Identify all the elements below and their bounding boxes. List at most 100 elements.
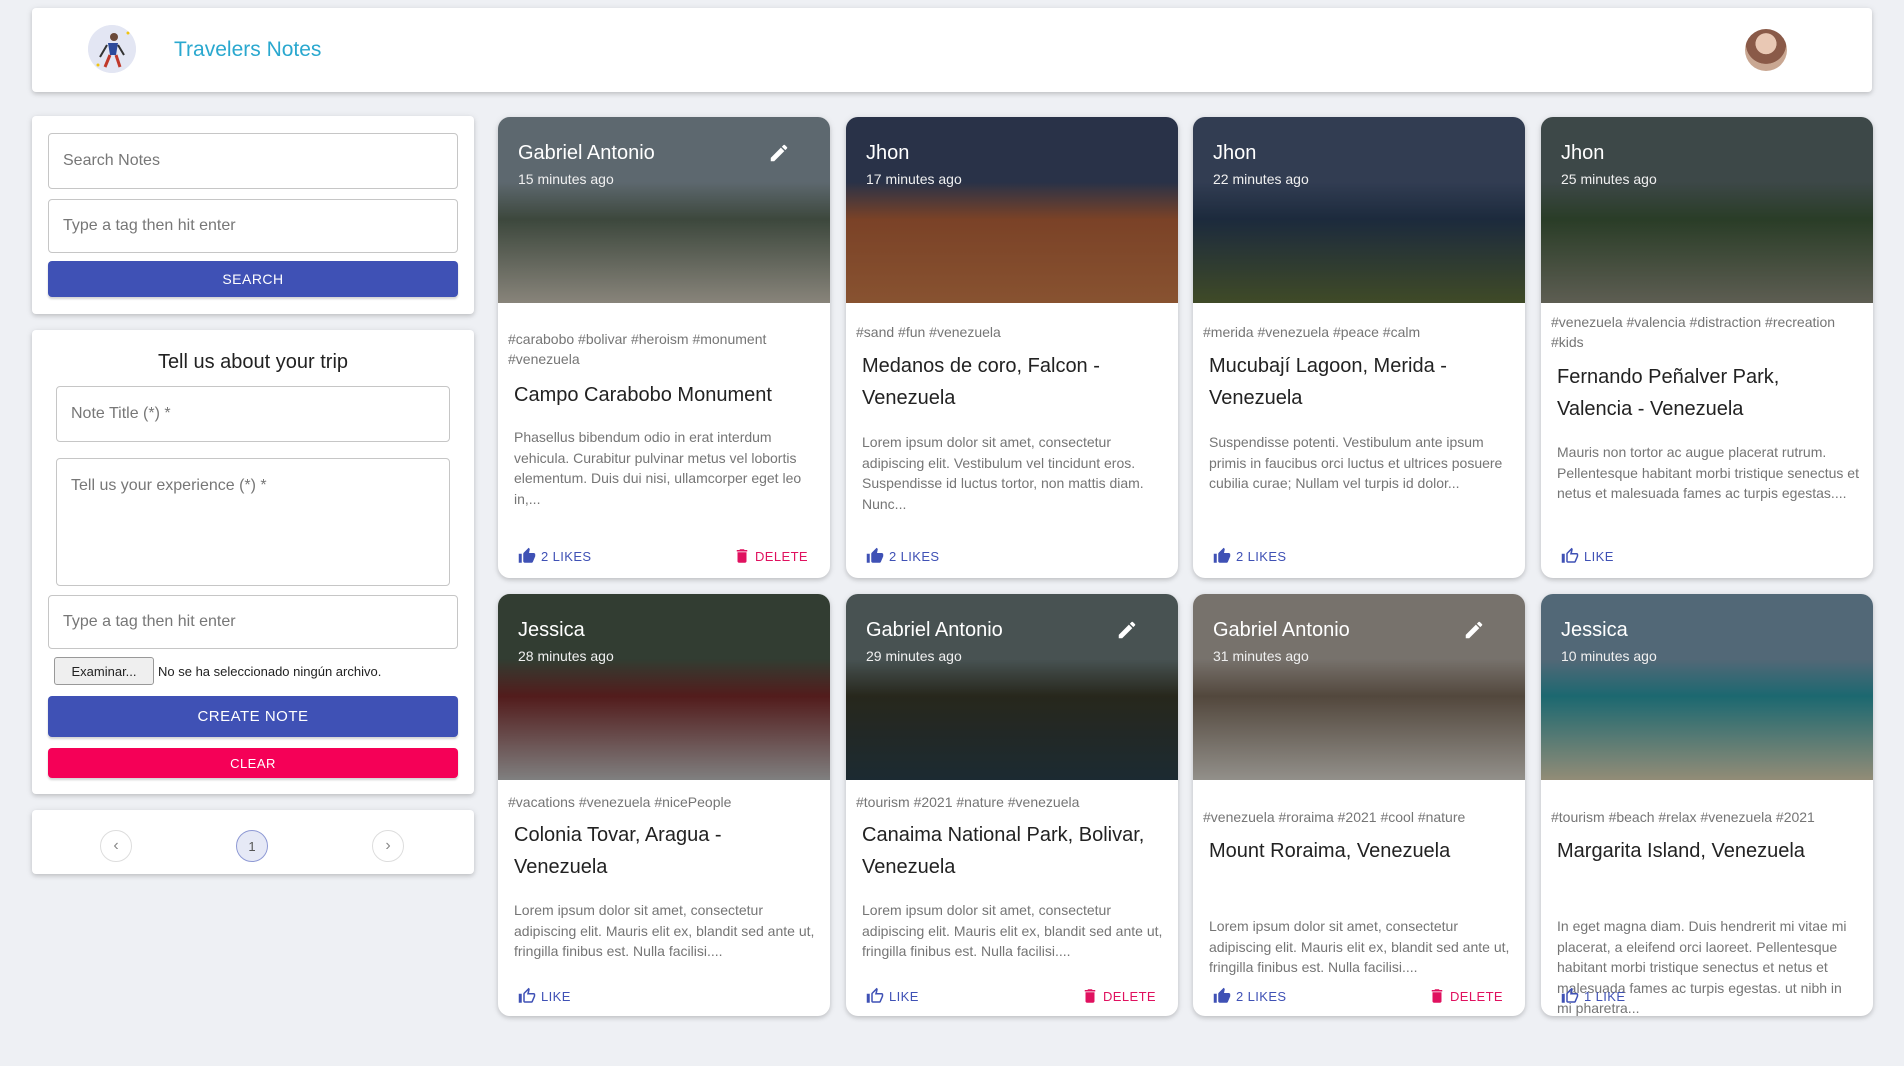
experience-placeholder: Tell us your experience (*) * (71, 477, 267, 494)
next-page-button[interactable]: › (372, 830, 404, 862)
note-author: Gabriel Antonio (1213, 619, 1350, 641)
like-button[interactable]: 2 Likes (1213, 545, 1287, 567)
note-title: Medanos de coro, Falcon - Venezuela (862, 355, 1100, 409)
thumb-up-filled-icon (866, 547, 884, 565)
delete-button[interactable]: Delete (1081, 985, 1156, 1007)
like-button[interactable]: Like (518, 985, 571, 1007)
search-button[interactable]: Search (48, 261, 458, 297)
create-note-button[interactable]: Create Note (48, 696, 458, 737)
like-count: 2 Likes (1236, 548, 1287, 564)
note-card[interactable]: Jhon 22 minutes ago #merida #venezuela #… (1193, 117, 1525, 578)
note-card[interactable]: Jessica 10 minutes ago #tourism #beach #… (1541, 594, 1873, 1016)
create-note-panel: Tell us about your trip Note Title (*) *… (32, 330, 474, 794)
note-title: Canaima National Park, Bolivar, Venezuel… (862, 824, 1145, 878)
trash-icon (733, 547, 751, 565)
traveler-logo-icon[interactable] (88, 25, 136, 73)
note-tags: #sand #fun #venezuela (856, 324, 1001, 340)
note-title: Campo Carabobo Monument (514, 384, 772, 406)
like-count: Like (889, 988, 919, 1004)
note-time: 31 minutes ago (1213, 648, 1309, 664)
thumb-up-outline-icon (1561, 987, 1579, 1005)
edit-pencil-icon[interactable] (768, 142, 790, 164)
delete-label: Delete (1450, 988, 1503, 1004)
like-button[interactable]: 2 Likes (1213, 985, 1287, 1007)
note-title: Fernando Peñalver Park, Valencia - Venez… (1557, 366, 1780, 420)
note-tag-input[interactable]: Type a tag then hit enter (48, 595, 458, 649)
note-description: Suspendisse potenti. Vestibulum ante ips… (1209, 434, 1503, 491)
thumb-up-outline-icon (1561, 547, 1579, 565)
note-description: Phasellus bibendum odio in erat interdum… (514, 429, 802, 507)
note-time: 25 minutes ago (1561, 171, 1657, 187)
edit-pencil-icon[interactable] (1116, 619, 1138, 641)
note-tags: #venezuela #valencia #distraction #recre… (1551, 314, 1836, 350)
note-time: 28 minutes ago (518, 648, 614, 664)
note-author: Gabriel Antonio (518, 142, 655, 164)
search-tag-input[interactable]: Type a tag then hit enter (48, 199, 458, 253)
note-card[interactable]: Jhon 17 minutes ago #sand #fun #venezuel… (846, 117, 1178, 578)
edit-pencil-icon[interactable] (1463, 619, 1485, 641)
note-card[interactable]: Gabriel Antonio 15 minutes ago #carabobo… (498, 117, 830, 578)
file-status-text: No se ha seleccionado ningún archivo. (158, 664, 382, 679)
app-bar: Travelers Notes (32, 8, 1872, 92)
note-description: Lorem ipsum dolor sit amet, consectetur … (514, 902, 815, 959)
search-notes-placeholder: Search Notes (63, 152, 160, 169)
like-button[interactable]: Like (1561, 545, 1614, 567)
like-button[interactable]: 1 Like (1561, 985, 1625, 1007)
trash-icon (1081, 987, 1099, 1005)
note-author: Jhon (866, 142, 910, 164)
previous-page-button[interactable]: ‹ (100, 830, 132, 862)
trash-icon (1428, 987, 1446, 1005)
thumb-up-filled-icon (1213, 547, 1231, 565)
note-card[interactable]: Gabriel Antonio 31 minutes ago #venezuel… (1193, 594, 1525, 1016)
brand-title[interactable]: Travelers Notes (174, 38, 321, 62)
thumb-up-filled-icon (518, 547, 536, 565)
like-count: Like (541, 988, 571, 1004)
user-avatar[interactable] (1745, 29, 1787, 71)
note-title: Colonia Tovar, Aragua - Venezuela (514, 824, 722, 878)
search-notes-input[interactable]: Search Notes (48, 133, 458, 189)
delete-button[interactable]: Delete (733, 545, 808, 567)
note-tags: #vacations #venezuela #nicePeople (508, 794, 732, 810)
experience-textarea[interactable]: Tell us your experience (*) * (56, 458, 450, 586)
note-tags: #tourism #beach #relax #venezuela #2021 (1551, 809, 1815, 825)
note-title: Margarita Island, Venezuela (1557, 840, 1805, 862)
like-count: 2 Likes (889, 548, 940, 564)
create-note-heading: Tell us about your trip (157, 351, 349, 373)
note-tags: #carabobo #bolivar #heroism #monument #v… (508, 331, 767, 367)
note-title-input[interactable]: Note Title (*) * (56, 386, 450, 442)
like-button[interactable]: Like (866, 985, 919, 1007)
note-author: Jhon (1213, 142, 1257, 164)
page-1-button[interactable]: 1 (236, 830, 268, 862)
note-card[interactable]: Gabriel Antonio 29 minutes ago #tourism … (846, 594, 1178, 1016)
thumb-up-outline-icon (866, 987, 884, 1005)
thumb-up-filled-icon (1213, 987, 1231, 1005)
clear-button[interactable]: Clear (48, 748, 458, 778)
like-count: 2 Likes (541, 548, 592, 564)
note-time: 10 minutes ago (1561, 648, 1657, 664)
note-card[interactable]: Jhon 25 minutes ago #venezuela #valencia… (1541, 117, 1873, 578)
note-title-placeholder: Note Title (*) * (71, 405, 171, 422)
note-card[interactable]: Jessica 28 minutes ago #vacations #venez… (498, 594, 830, 1016)
like-button[interactable]: 2 Likes (518, 545, 592, 567)
thumb-up-outline-icon (518, 987, 536, 1005)
like-count: Like (1584, 548, 1614, 564)
delete-label: Delete (1103, 988, 1156, 1004)
note-author: Gabriel Antonio (866, 619, 1003, 641)
file-browse-button[interactable]: Examinar... (54, 657, 154, 685)
note-author: Jessica (1561, 619, 1628, 641)
search-tag-placeholder: Type a tag then hit enter (63, 217, 236, 234)
delete-button[interactable]: Delete (1428, 985, 1503, 1007)
delete-label: Delete (755, 548, 808, 564)
note-description: Lorem ipsum dolor sit amet, consectetur … (1209, 918, 1510, 975)
note-time: 29 minutes ago (866, 648, 962, 664)
note-author: Jessica (518, 619, 585, 641)
like-button[interactable]: 2 Likes (866, 545, 940, 567)
note-tag-placeholder: Type a tag then hit enter (63, 613, 236, 630)
note-author: Jhon (1561, 142, 1605, 164)
search-panel: Search Notes Type a tag then hit enter S… (32, 116, 474, 314)
note-tags: #venezuela #roraima #2021 #cool #nature (1203, 809, 1466, 825)
note-description: Lorem ipsum dolor sit amet, consectetur … (862, 434, 1144, 512)
note-time: 17 minutes ago (866, 171, 962, 187)
note-time: 22 minutes ago (1213, 171, 1309, 187)
note-tags: #merida #venezuela #peace #calm (1203, 324, 1421, 340)
